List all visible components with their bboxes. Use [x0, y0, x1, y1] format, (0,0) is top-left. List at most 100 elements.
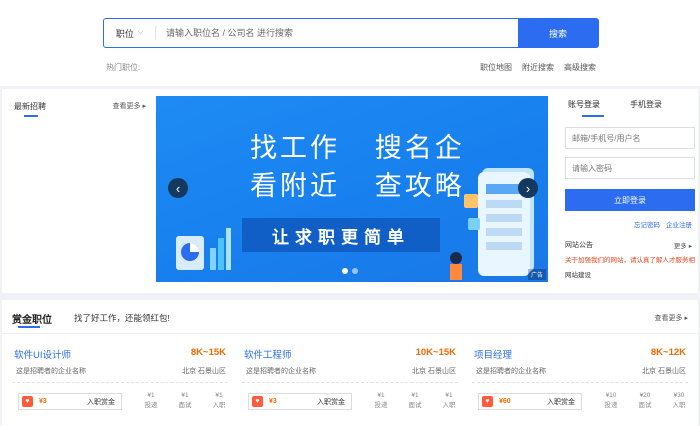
- forgot-password-link[interactable]: 忘记密码: [634, 219, 660, 229]
- stat-interview: ¥1 面试: [174, 391, 196, 411]
- notice-title: 网站公告: [565, 242, 593, 249]
- job-card[interactable]: 项目经理 8K~12K 这是招聘者的企业名称 北京 石景山区 ♥ ¥60 入职赏…: [468, 340, 692, 422]
- carousel-dot[interactable]: [342, 268, 348, 274]
- ad-tag: 广告: [527, 269, 546, 280]
- job-map-link[interactable]: 职位地图: [480, 62, 512, 73]
- hot-jobs-label: 热门职位:: [106, 63, 141, 72]
- job-title[interactable]: 软件工程师: [244, 347, 292, 361]
- password-input[interactable]: [565, 157, 695, 179]
- login-links: 忘记密码 企业注册: [634, 219, 692, 229]
- gift-icon: ♥: [482, 396, 493, 407]
- latest-jobs-more-link[interactable]: 查看更多 ▸: [113, 101, 146, 111]
- company-register-link[interactable]: 企业注册: [666, 219, 692, 229]
- reward-label: 入职赏金: [87, 398, 115, 406]
- notice-item[interactable]: 网站建设: [565, 269, 591, 279]
- card-divider: [472, 382, 688, 383]
- login-panel: 账号登录 手机登录 立即登录 忘记密码 企业注册 网站公告 更多 ▸ 关于加强我…: [556, 89, 698, 293]
- tab-account-login[interactable]: 账号登录: [568, 99, 600, 110]
- reward-amount: ¥60: [499, 398, 511, 405]
- stat-hire-amount: ¥30: [673, 392, 685, 399]
- job-card[interactable]: 软件工程师 10K~15K 这是招聘者的企业名称 北京 石景山区 ♥ ¥3 入职…: [238, 340, 462, 422]
- job-card[interactable]: 软件UI设计师 8K~15K 这是招聘者的企业名称 北京 石景山区 ♥ ¥3 入…: [8, 340, 232, 422]
- top-search-area: 职位 ⌵ 搜索 热门职位: 职位地图 附近搜索 高级搜索: [0, 0, 700, 86]
- job-salary: 8K~15K: [190, 347, 226, 358]
- stat-interview-amount: ¥1: [411, 392, 419, 399]
- section-divider: [2, 333, 698, 334]
- carousel-prev-button[interactable]: ‹: [168, 178, 188, 198]
- bounty-more-label: 查看更多: [654, 315, 683, 322]
- bounty-jobs-title: 赏金职位: [12, 315, 52, 326]
- job-company: 这是招聘者的企业名称: [246, 368, 316, 375]
- notice-more-label: 更多: [673, 243, 687, 250]
- search-button[interactable]: 搜索: [518, 19, 598, 47]
- stat-hire-label: 入职: [442, 402, 456, 409]
- card-divider: [12, 382, 228, 383]
- stat-apply: ¥1 投递: [370, 391, 392, 411]
- stat-interview-label: 面试: [178, 402, 192, 409]
- carousel-cta-banner: 让求职更简单: [242, 218, 440, 252]
- stat-hire-amount: ¥1: [445, 392, 453, 399]
- job-salary: 10K~15K: [415, 347, 456, 358]
- caret-right-icon: ▸: [684, 315, 688, 322]
- carousel-dot[interactable]: [352, 268, 358, 274]
- stat-interview-label: 面试: [638, 402, 652, 409]
- carousel-slogan-line2: 看附近 查攻略: [250, 164, 465, 203]
- notice-item[interactable]: 关于加强我们的网站，请认真了解人才服务相关事项: [565, 254, 695, 264]
- gift-icon: ♥: [22, 396, 33, 407]
- job-company: 这是招聘者的企业名称: [476, 368, 546, 375]
- stat-apply-amount: ¥10: [605, 392, 617, 399]
- latest-jobs-underline: [24, 115, 38, 117]
- job-company: 这是招聘者的企业名称: [16, 368, 86, 375]
- stat-interview-label: 面试: [408, 402, 422, 409]
- stat-interview: ¥1 面试: [404, 391, 426, 411]
- stat-apply: ¥1 投递: [140, 391, 162, 411]
- bounty-jobs-more-link[interactable]: 查看更多 ▸: [655, 313, 688, 323]
- stat-hire-amount: ¥1: [215, 392, 223, 399]
- stat-apply-label: 投递: [144, 402, 158, 409]
- stat-apply-label: 投递: [374, 402, 388, 409]
- stat-hire-label: 入职: [212, 402, 226, 409]
- search-input[interactable]: [156, 19, 518, 47]
- latest-jobs-title: 最新招聘: [14, 102, 46, 111]
- stat-hire: ¥1 入职: [438, 391, 460, 411]
- job-location: 北京 石景山区: [642, 368, 686, 375]
- stat-apply: ¥10 投递: [600, 391, 622, 411]
- caret-right-icon: ▸: [142, 103, 146, 110]
- bounty-jobs-section: 赏金职位 找了好工作，还能领红包! 查看更多 ▸ 软件UI设计师 8K~15K …: [2, 300, 698, 426]
- search-bar: 职位 ⌵ 搜索: [103, 18, 599, 48]
- stat-hire-label: 入职: [672, 402, 686, 409]
- banner-section: 最新招聘 查看更多 ▸ 找工作 搜名企 看附近 查攻略 让求职更简单 ‹ › 广…: [2, 89, 698, 293]
- job-title[interactable]: 软件UI设计师: [14, 347, 71, 361]
- carousel-next-button[interactable]: ›: [518, 178, 538, 198]
- search-category-select[interactable]: 职位 ⌵: [104, 26, 156, 40]
- caret-right-icon: ▸: [688, 243, 692, 250]
- login-button[interactable]: 立即登录: [565, 189, 695, 211]
- latest-jobs-panel: 最新招聘 查看更多 ▸: [4, 89, 154, 293]
- chart-illustration: [176, 228, 231, 270]
- job-title[interactable]: 项目经理: [474, 347, 512, 361]
- stat-apply-label: 投递: [604, 402, 618, 409]
- nearby-search-link[interactable]: 附近搜索: [522, 62, 554, 73]
- card-divider: [242, 382, 458, 383]
- job-location: 北京 石景山区: [182, 368, 226, 375]
- stat-apply-amount: ¥1: [147, 392, 155, 399]
- stat-interview: ¥20 面试: [634, 391, 656, 411]
- notice-more-link[interactable]: 更多 ▸: [674, 240, 692, 250]
- reward-badge: ♥ ¥60 入职赏金: [478, 393, 582, 410]
- job-location: 北京 石景山区: [412, 368, 456, 375]
- advanced-search-link[interactable]: 高级搜索: [564, 62, 596, 73]
- slogan-find-job: 找工作: [250, 133, 340, 164]
- username-input[interactable]: [565, 127, 695, 149]
- chevron-down-icon: ⌵: [137, 29, 144, 36]
- job-salary: 8K~12K: [650, 347, 686, 358]
- slogan-nearby: 看附近: [250, 171, 340, 202]
- quick-links: 职位地图 附近搜索 高级搜索: [480, 62, 596, 73]
- stat-apply-amount: ¥1: [377, 392, 385, 399]
- reward-stats: ¥1 投递 ¥1 面试 ¥1 入职: [140, 391, 230, 411]
- slogan-search-company: 搜名企: [374, 133, 465, 164]
- stat-interview-amount: ¥1: [181, 392, 189, 399]
- promo-carousel[interactable]: 找工作 搜名企 看附近 查攻略 让求职更简单 ‹ › 广告: [156, 96, 548, 282]
- gift-icon: ♥: [252, 396, 263, 407]
- tab-phone-login[interactable]: 手机登录: [630, 99, 662, 110]
- reward-badge: ♥ ¥3 入职赏金: [18, 393, 122, 410]
